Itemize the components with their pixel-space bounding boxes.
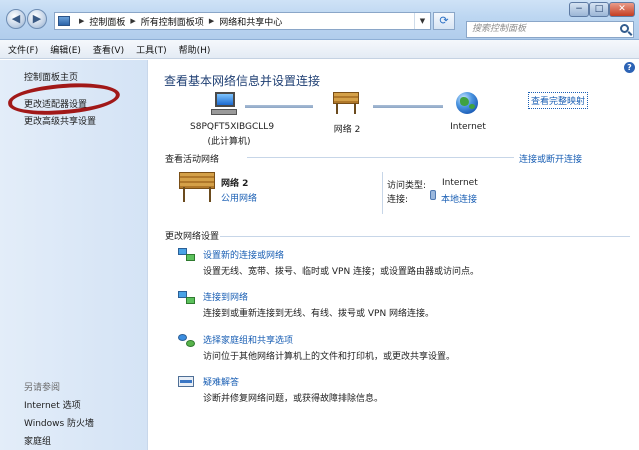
address-bar[interactable]: ▶ 控制面板 ▶ 所有控制面板项 ▶ 网络和共享中心 ▼	[54, 12, 431, 30]
sidebar-item-home[interactable]: 控制面板主页	[24, 70, 78, 83]
breadcrumb-control-panel[interactable]: 控制面板	[89, 15, 125, 28]
help-icon[interactable]: ?	[624, 62, 635, 73]
refresh-button[interactable]: ⟳	[433, 12, 455, 30]
divider	[247, 157, 514, 158]
sidebar-item-internet-options[interactable]: Internet 选项	[24, 398, 81, 411]
change-settings-heading: 更改网络设置	[165, 232, 220, 242]
address-dropdown-icon[interactable]: ▼	[414, 13, 430, 29]
sidebar-item-firewall[interactable]: Windows 防火墙	[24, 416, 94, 429]
connection-label: 连接:	[387, 195, 409, 205]
menu-bar: 文件(F) 编辑(E) 查看(V) 工具(T) 帮助(H)	[0, 40, 639, 59]
search-placeholder: 搜索控制面板	[472, 24, 527, 34]
computer-sublabel: (此计算机)	[207, 137, 251, 147]
homegroup-icon	[178, 332, 196, 348]
active-network-bench-icon	[179, 172, 215, 202]
divider	[220, 236, 630, 237]
active-networks-heading: 查看活动网络	[165, 155, 220, 165]
page-title: 查看基本网络信息并设置连接	[164, 74, 321, 88]
search-icon[interactable]	[620, 24, 629, 33]
access-type-label: 访问类型:	[387, 181, 427, 191]
internet-node-label: Internet	[450, 122, 486, 132]
network-node-label: 网络 2	[333, 125, 361, 135]
menu-edit[interactable]: 编辑(E)	[50, 43, 81, 56]
connect-network-icon	[178, 289, 196, 305]
public-network-bench-icon	[333, 92, 359, 114]
title-bar: ◀ ▶ ▶ 控制面板 ▶ 所有控制面板项 ▶ 网络和共享中心 ▼ ⟳ 搜索控制面…	[0, 0, 639, 40]
menu-view[interactable]: 查看(V)	[93, 43, 124, 56]
internet-globe-icon	[456, 92, 478, 114]
troubleshoot-desc: 诊断并修复网络问题，或获得故障排除信息。	[203, 394, 384, 404]
homegroup-sharing-desc: 访问位于其他网络计算机上的文件和打印机，或更改共享设置。	[203, 352, 456, 362]
sidebar-item-adapter-settings[interactable]: 更改适配器设置	[24, 97, 87, 110]
minimize-button[interactable]: −	[569, 2, 589, 17]
breadcrumb-all-items[interactable]: 所有控制面板项	[141, 15, 204, 28]
sidebar-item-advanced-sharing[interactable]: 更改高级共享设置	[24, 114, 96, 127]
maximize-button[interactable]: □	[589, 2, 609, 17]
refresh-icon: ⟳	[439, 14, 449, 27]
breadcrumb-separator-icon: ▶	[79, 17, 85, 25]
full-map-link[interactable]: 查看完整映射	[528, 92, 589, 109]
back-arrow-icon: ◀	[11, 12, 21, 25]
local-connection-link[interactable]: 本地连接	[441, 192, 477, 205]
sidebar: 控制面板主页 更改适配器设置 更改高级共享设置 另请参阅 Internet 选项…	[0, 60, 148, 450]
connection-line	[245, 105, 313, 108]
setup-connection-link[interactable]: 设置新的连接或网络	[203, 248, 284, 261]
back-button[interactable]: ◀	[6, 9, 26, 29]
ethernet-icon	[430, 190, 436, 200]
network-type-link[interactable]: 公用网络	[221, 191, 257, 204]
see-also-heading: 另请参阅	[24, 383, 61, 393]
breadcrumb-network-center[interactable]: 网络和共享中心	[219, 15, 282, 28]
breadcrumb-separator-icon: ▶	[208, 17, 215, 25]
menu-help[interactable]: 帮助(H)	[179, 43, 211, 56]
access-type-value: Internet	[442, 178, 478, 188]
homegroup-sharing-link[interactable]: 选择家庭组和共享选项	[203, 333, 293, 346]
active-network-name: 网络 2	[221, 179, 249, 189]
troubleshoot-icon	[178, 374, 196, 390]
divider	[382, 172, 383, 214]
connect-network-link[interactable]: 连接到网络	[203, 290, 248, 303]
search-input[interactable]: 搜索控制面板	[466, 21, 634, 38]
control-panel-icon	[58, 16, 70, 26]
connect-network-desc: 连接到或重新连接到无线、有线、拨号或 VPN 网络连接。	[203, 309, 435, 319]
troubleshoot-link[interactable]: 疑难解答	[203, 375, 239, 388]
close-button[interactable]: ✕	[609, 2, 635, 17]
breadcrumb-separator-icon: ▶	[130, 17, 136, 25]
connect-disconnect-link[interactable]: 连接或断开连接	[519, 152, 582, 165]
forward-button[interactable]: ▶	[27, 9, 47, 29]
new-connection-icon	[178, 246, 196, 262]
sidebar-item-homegroup[interactable]: 家庭组	[24, 434, 51, 447]
menu-tools[interactable]: 工具(T)	[136, 43, 167, 56]
forward-arrow-icon: ▶	[32, 12, 42, 25]
computer-name: S8PQFT5XIBGCLL9	[190, 122, 275, 132]
computer-icon	[211, 92, 237, 116]
menu-file[interactable]: 文件(F)	[8, 43, 38, 56]
setup-connection-desc: 设置无线、宽带、拨号、临时或 VPN 连接；或设置路由器或访问点。	[203, 267, 480, 277]
connection-line	[373, 105, 443, 108]
